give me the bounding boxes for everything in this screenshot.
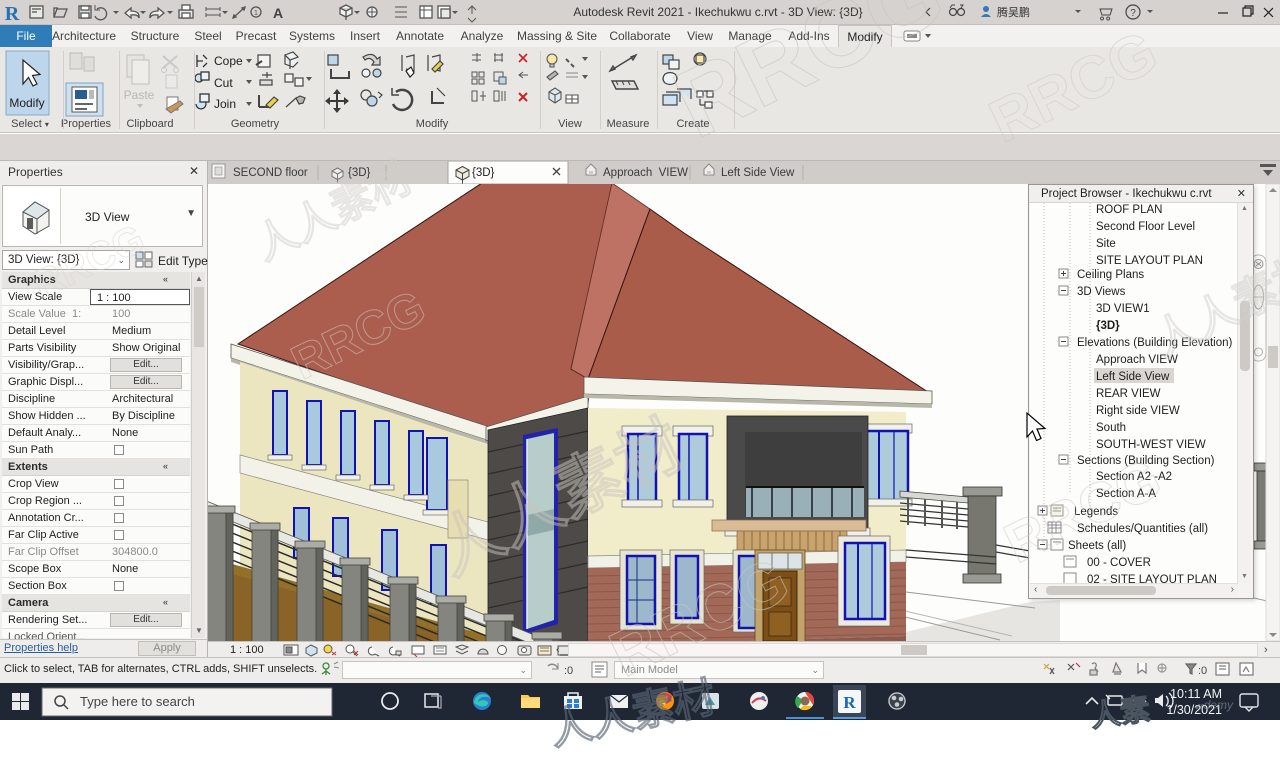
svg-text:Paste: Paste [124,88,155,102]
svg-text::0: :0 [564,665,573,677]
svg-text:R: R [5,3,20,25]
svg-text:Cut: Cut [214,76,233,90]
svg-text:Approach VIEW: Approach VIEW [603,167,688,179]
svg-text:Ceiling Plans: Ceiling Plans [1077,269,1144,281]
svg-text:R: R [843,693,856,712]
svg-text:Right side VIEW: Right side VIEW [1096,405,1180,417]
svg-text:Approach VIEW: Approach VIEW [1096,354,1178,366]
svg-text:Cope: Cope [214,54,243,68]
svg-text:Site: Site [1096,238,1116,250]
svg-text:{3D}: {3D} [472,167,495,179]
svg-text:Sheets (all): Sheets (all) [1068,540,1126,552]
svg-text:3D VIEW1: 3D VIEW1 [1096,303,1150,315]
svg-text:Type here to search: Type here to search [80,694,195,709]
svg-text:Modify: Modify [9,96,44,110]
svg-text:SOUTH-WEST VIEW: SOUTH-WEST VIEW [1096,439,1206,451]
svg-text:Second Floor Level: Second Floor Level [1096,221,1195,233]
svg-text:REAR VIEW: REAR VIEW [1096,388,1161,400]
svg-text:South: South [1096,422,1126,434]
svg-text:Autodesk Revit 2021 - Ikechukw: Autodesk Revit 2021 - Ikechukwu c.rvt - … [573,5,862,19]
svg-text:00 - COVER: 00 - COVER [1087,557,1151,569]
svg-text:{3D}: {3D} [348,167,371,179]
svg-text:Section A2 -A2: Section A2 -A2 [1096,471,1172,483]
svg-text:{3D}: {3D} [1096,320,1120,332]
svg-text::0: :0 [1198,665,1207,677]
svg-text:ROOF PLAN: ROOF PLAN [1096,204,1162,216]
svg-text:?: ? [1130,8,1136,19]
svg-text:3D Views: 3D Views [1077,286,1126,298]
svg-text:Section A-A: Section A-A [1096,488,1156,500]
svg-text:Left Side View: Left Side View [721,167,795,179]
svg-text:1: 1 [254,10,258,17]
svg-text:SECOND floor: SECOND floor [233,167,308,179]
svg-text:Left Side View: Left Side View [1096,371,1170,383]
svg-text:Join: Join [214,97,236,111]
svg-text:腾吴鹏: 腾吴鹏 [997,5,1030,19]
svg-text:A: A [273,5,283,21]
svg-text:Schedules/Quantities (all): Schedules/Quantities (all) [1077,523,1208,535]
svg-text:Sections (Building Section): Sections (Building Section) [1077,455,1215,467]
svg-text:SITE LAYOUT PLAN: SITE LAYOUT PLAN [1096,255,1203,267]
svg-text:Legends: Legends [1074,506,1118,518]
svg-text:Elevations (Building Elevation: Elevations (Building Elevation) [1077,337,1233,349]
